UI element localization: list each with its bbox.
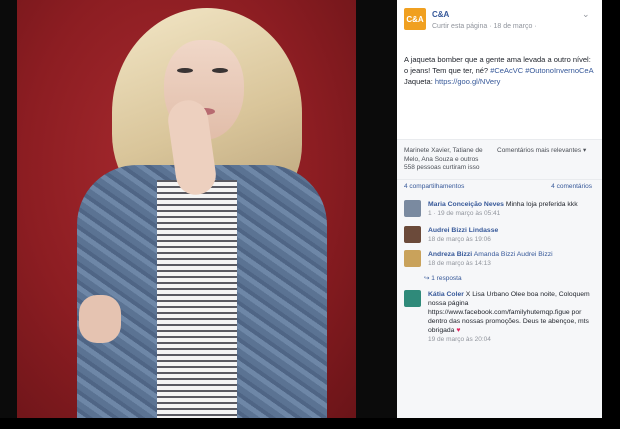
post-header: C&A C&A Curtir esta página · 18 de março… xyxy=(397,0,602,40)
comment-body: Maria Conceição Neves Minha loja preferi… xyxy=(428,200,598,218)
view-replies-link[interactable]: ↪ 1 resposta xyxy=(424,274,462,282)
page-logo[interactable]: C&A xyxy=(404,8,426,30)
caption-link-label: Jaqueta: xyxy=(404,77,433,86)
comment-meta[interactable]: 19 de março às 20:04 xyxy=(428,336,491,343)
photo-hand xyxy=(79,295,121,343)
comment-sort-dropdown[interactable]: Comentários mais relevantes ▾ xyxy=(497,146,586,154)
caption-link[interactable]: https://goo.gl/NVery xyxy=(435,77,500,86)
comments-count[interactable]: 4 comentários xyxy=(551,183,592,190)
post-panel: C&A C&A Curtir esta página · 18 de março… xyxy=(397,0,602,418)
photo-shirt xyxy=(157,180,237,418)
likes-count[interactable]: 558 pessoas curtiram isso xyxy=(404,164,480,171)
comment-author[interactable]: Andreza Bizzi xyxy=(428,251,472,258)
avatar[interactable] xyxy=(404,250,421,267)
comment-author[interactable]: Maria Conceição Neves xyxy=(428,201,504,208)
post-subline[interactable]: Curtir esta página · 18 de março · xyxy=(432,23,537,30)
counts-bar: 4 compartilhamentos 4 comentários xyxy=(397,179,602,195)
post-caption: A jaqueta bomber que a gente ama levada … xyxy=(404,54,594,87)
avatar[interactable] xyxy=(404,200,421,217)
page-name-link[interactable]: C&A xyxy=(432,10,449,19)
photo-eye xyxy=(177,68,193,73)
comment-author[interactable]: Kátia Coler xyxy=(428,291,464,298)
chevron-down-icon[interactable]: ⌄ xyxy=(582,9,590,20)
comment-body: Andreza Bizzi Amanda Bizzi Audrei Bizzi … xyxy=(428,250,598,268)
heart-icon: ♥ xyxy=(456,327,461,334)
comment-meta[interactable]: 1 · 19 de março às 05:41 xyxy=(428,210,500,217)
post-photo[interactable] xyxy=(17,0,356,418)
comment-meta[interactable]: 18 de março às 19:06 xyxy=(428,236,491,243)
comment-text: Minha loja preferida kkk xyxy=(505,201,578,208)
shares-count[interactable]: 4 compartilhamentos xyxy=(404,183,464,190)
comment-body: Audrei Bizzi Lindasse 18 de março às 19:… xyxy=(428,226,598,244)
likes-names[interactable]: Marinete Xavier, Tatiane de Melo, Ana So… xyxy=(404,146,496,164)
comment-text[interactable]: Amanda Bizzi Audrei Bizzi xyxy=(474,251,553,258)
avatar[interactable] xyxy=(404,226,421,243)
reactions-bar: Marinete Xavier, Tatiane de Melo, Ana So… xyxy=(397,139,602,180)
caption-hashtags[interactable]: #CeAcVC #OutonoInvernoCeA xyxy=(490,66,593,75)
photo-viewer xyxy=(0,0,397,418)
photo-eye xyxy=(212,68,228,73)
comment-body: Kátia Coler X Lisa Urbano Olee boa noite… xyxy=(428,290,598,344)
comment-author[interactable]: Audrei Bizzi Lindasse xyxy=(428,227,498,234)
avatar[interactable] xyxy=(404,290,421,307)
comment-meta[interactable]: 18 de março às 14:13 xyxy=(428,260,491,267)
comments-list: Maria Conceição Neves Minha loja preferi… xyxy=(397,194,602,418)
